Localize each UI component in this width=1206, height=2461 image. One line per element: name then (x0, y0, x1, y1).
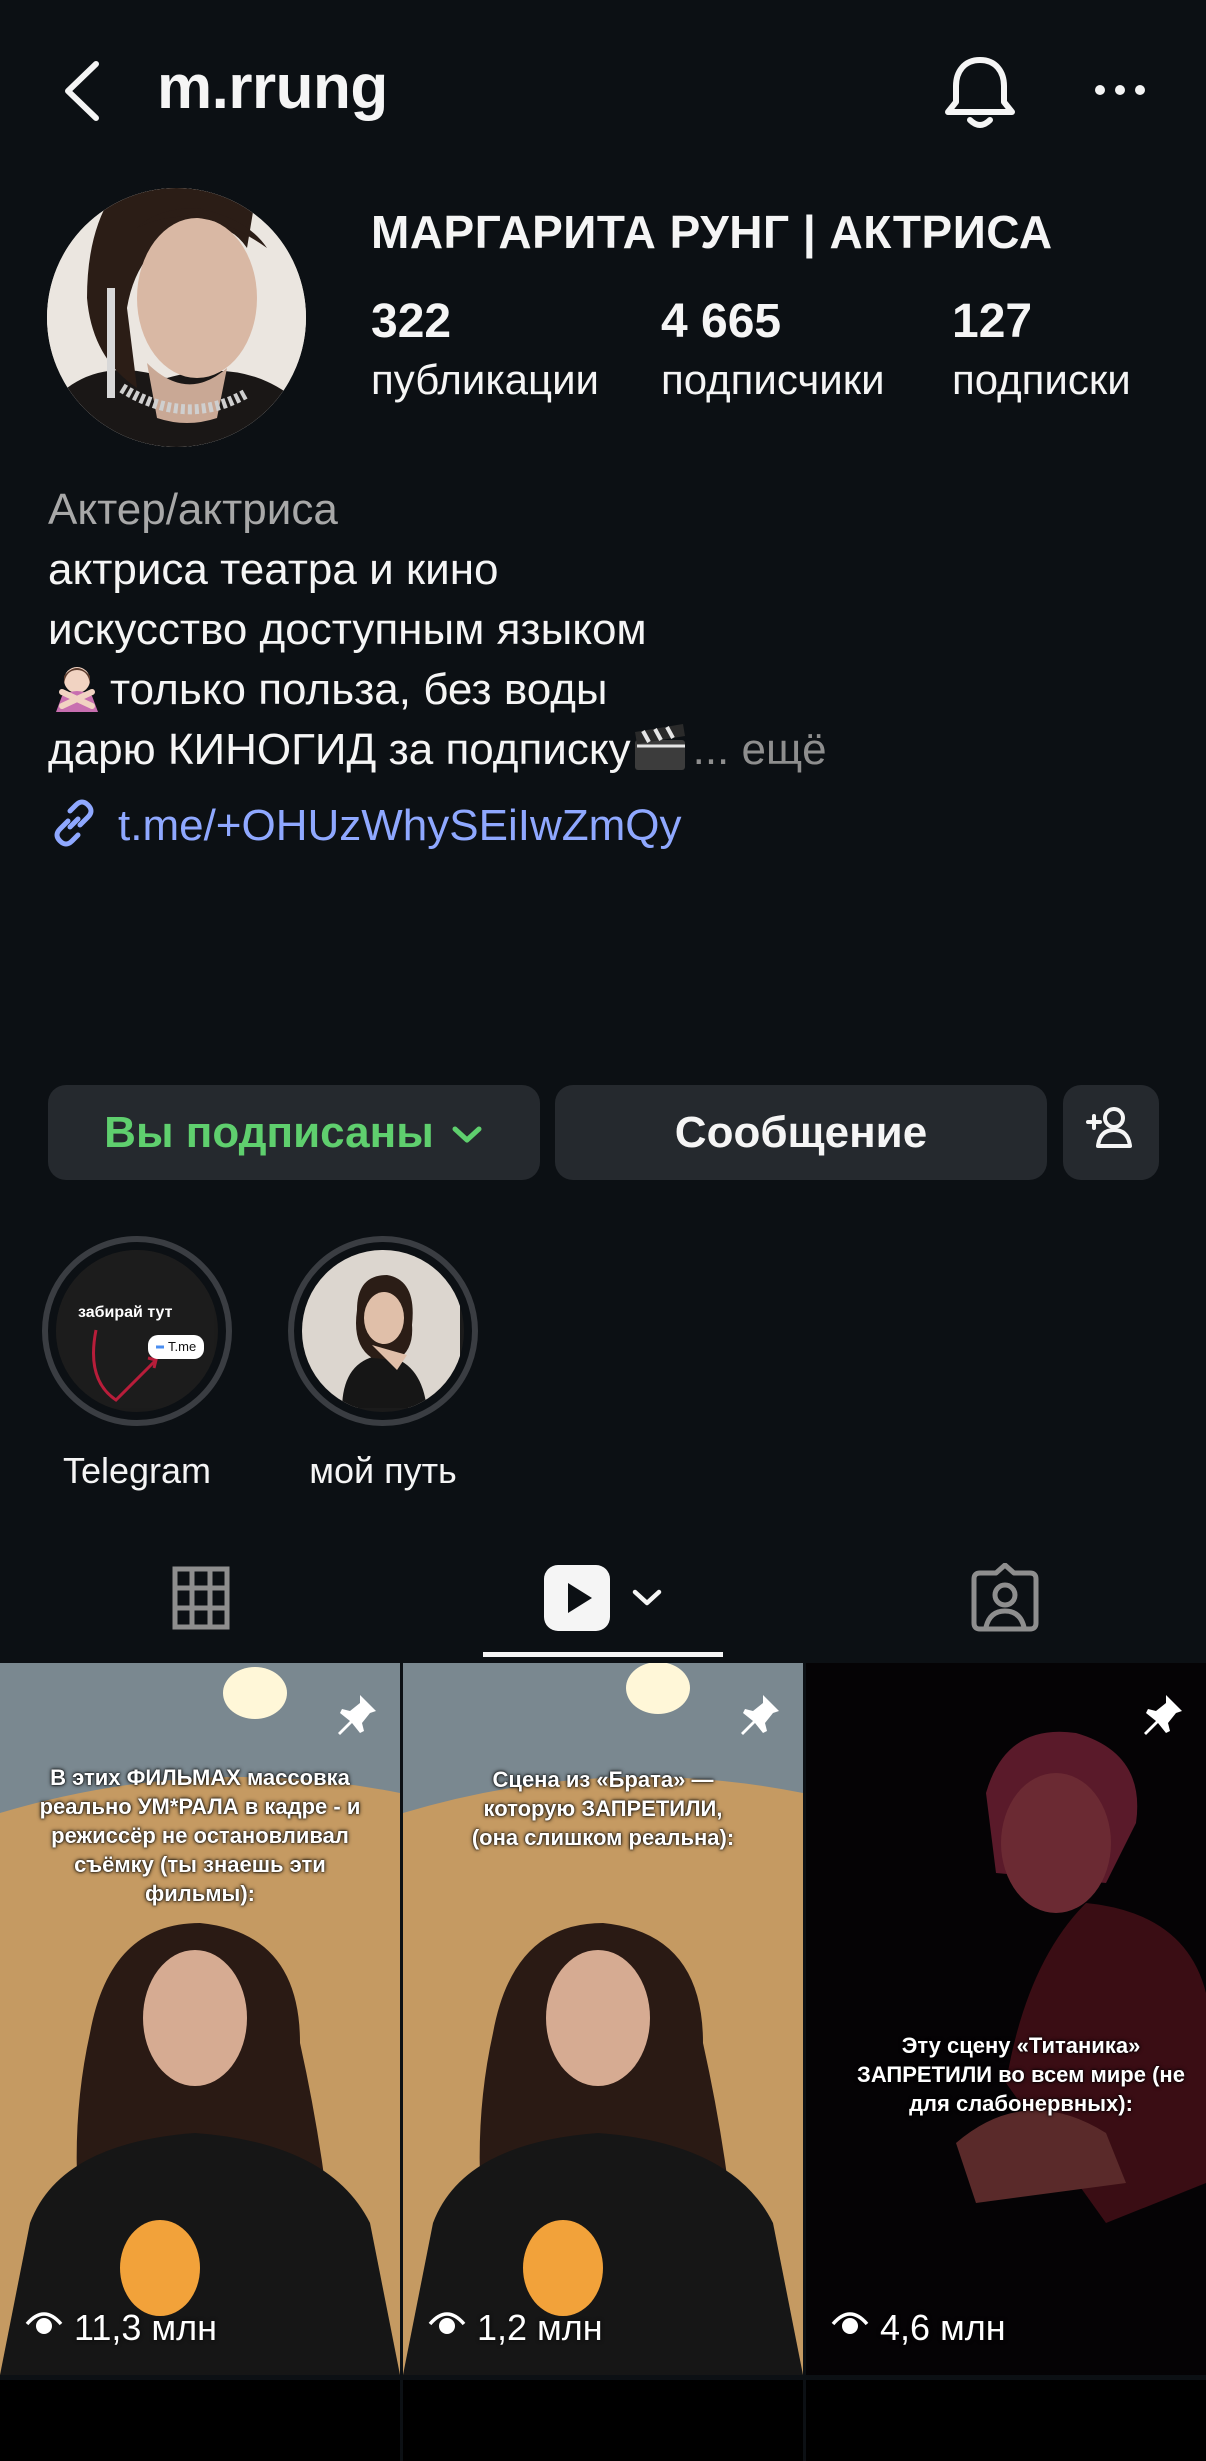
tab-grid[interactable] (0, 1540, 402, 1660)
avatar[interactable] (47, 188, 306, 447)
highlight-cover-text: забирай тут (78, 1304, 173, 1321)
profile-username: m.rrung (157, 53, 388, 122)
link-text[interactable]: t.me/+OHUzWhySEiIwZmQy (118, 801, 682, 851)
reel-caption: Эту сцену «Титаника» ЗАПРЕТИЛИ во всем м… (857, 2033, 1185, 2116)
profile-full-name: МАРГАРИТА РУНГ | АКТРИСА (371, 206, 1053, 258)
notification-bell-icon[interactable] (940, 50, 1020, 134)
reel-tile-partial[interactable] (403, 2380, 803, 2461)
following-count[interactable]: 127 подписки (952, 293, 1131, 409)
eye-icon (427, 2306, 467, 2349)
person-gesturing-no-icon (48, 662, 106, 712)
bio-line-row: только польза, без воды (48, 660, 1168, 720)
profile-tabs (0, 1540, 1206, 1660)
following-label: Вы подписаны (104, 1107, 434, 1157)
highlight-label: мой путь (309, 1450, 457, 1491)
reel-views: 1,2 млн (427, 2306, 603, 2349)
profile-bio: Актер/актриса актриса театра и кино иску… (48, 480, 1168, 780)
suggest-user-button[interactable] (1063, 1085, 1159, 1180)
bio-line: актриса театра и кино (48, 545, 499, 594)
eye-icon (24, 2306, 64, 2349)
chevron-down-icon (630, 1586, 664, 1615)
followers-count[interactable]: 4 665 подписчики (661, 293, 885, 409)
highlight-cover: забирай тут T.me (56, 1250, 218, 1412)
reel-views: 11,3 млн (24, 2306, 217, 2349)
view-count: 1,2 млн (477, 2306, 603, 2348)
bio-line: искусство доступным языком (48, 605, 647, 654)
pin-icon (737, 1693, 781, 1737)
reel-caption: В этих ФИЛЬМАХ массовка реально УМ*РАЛА … (39, 1765, 361, 1906)
link-icon (48, 797, 100, 854)
highlight-label: Telegram (62, 1450, 212, 1491)
bio-line: дарю КИНОГИД за подписку (48, 725, 631, 774)
back-arrow-icon[interactable] (56, 56, 116, 126)
tab-tagged[interactable] (804, 1540, 1206, 1660)
highlight-ring: забирай тут T.me (42, 1236, 232, 1426)
view-count: 11,3 млн (74, 2306, 218, 2348)
grid-icon (172, 1566, 230, 1635)
bio-line-row: дарю КИНОГИД за подписку ... ещё (48, 720, 1168, 780)
clapper-board-icon (631, 722, 689, 772)
stat-label: публикации (371, 356, 599, 403)
profile-link[interactable]: t.me/+OHUzWhySEiIwZmQy (48, 797, 682, 854)
stat-value: 4 665 (661, 295, 782, 348)
profile-header: m.rrung (0, 0, 1206, 185)
reel-caption: Сцена из «Брата» — которую ЗАПРЕТИЛИ, (о… (471, 1767, 735, 1850)
highlight-ring (288, 1236, 478, 1426)
chevron-down-icon (450, 1108, 484, 1158)
reel-views: 4,6 млн (830, 2306, 1006, 2349)
reel-tile-partial[interactable] (806, 2380, 1206, 2461)
pin-icon (1140, 1693, 1184, 1737)
reel-tile[interactable]: Сцена из «Брата» — которую ЗАПРЕТИЛИ, (о… (403, 1663, 803, 2375)
stat-label: подписки (952, 356, 1131, 403)
highlight-telegram[interactable]: забирай тут T.me Telegram (42, 1236, 232, 1492)
eye-icon (830, 2306, 870, 2349)
active-tab-indicator (483, 1652, 723, 1657)
more-options-icon[interactable] (1090, 70, 1150, 110)
add-person-icon (1086, 1104, 1136, 1161)
following-button[interactable]: Вы подписаны (48, 1085, 540, 1180)
view-count: 4,6 млн (880, 2306, 1006, 2348)
reels-icon (542, 1563, 612, 1638)
reel-tile[interactable]: Эту сцену «Титаника» ЗАПРЕТИЛИ во всем м… (806, 1663, 1206, 2375)
message-button[interactable]: Сообщение (555, 1085, 1047, 1180)
highlight-cover-chip: T.me (168, 1339, 197, 1354)
highlight-cover (302, 1250, 464, 1412)
reel-tile-partial[interactable] (0, 2380, 400, 2461)
tab-reels[interactable] (402, 1540, 804, 1660)
posts-count[interactable]: 322 публикации (371, 293, 599, 409)
tagged-icon (970, 1562, 1040, 1638)
bio-more-link[interactable]: ... ещё (693, 725, 827, 774)
stat-value: 322 (371, 295, 452, 348)
pin-icon (334, 1693, 378, 1737)
stat-label: подписчики (661, 356, 885, 403)
message-label: Сообщение (674, 1107, 928, 1157)
reel-tile[interactable]: В этих ФИЛЬМАХ массовка реально УМ*РАЛА … (0, 1663, 400, 2375)
stat-value: 127 (952, 295, 1033, 348)
bio-line: только польза, без воды (110, 665, 608, 714)
profile-category: Актер/актриса (48, 485, 338, 534)
highlight-my-path[interactable]: мой путь (288, 1236, 478, 1492)
